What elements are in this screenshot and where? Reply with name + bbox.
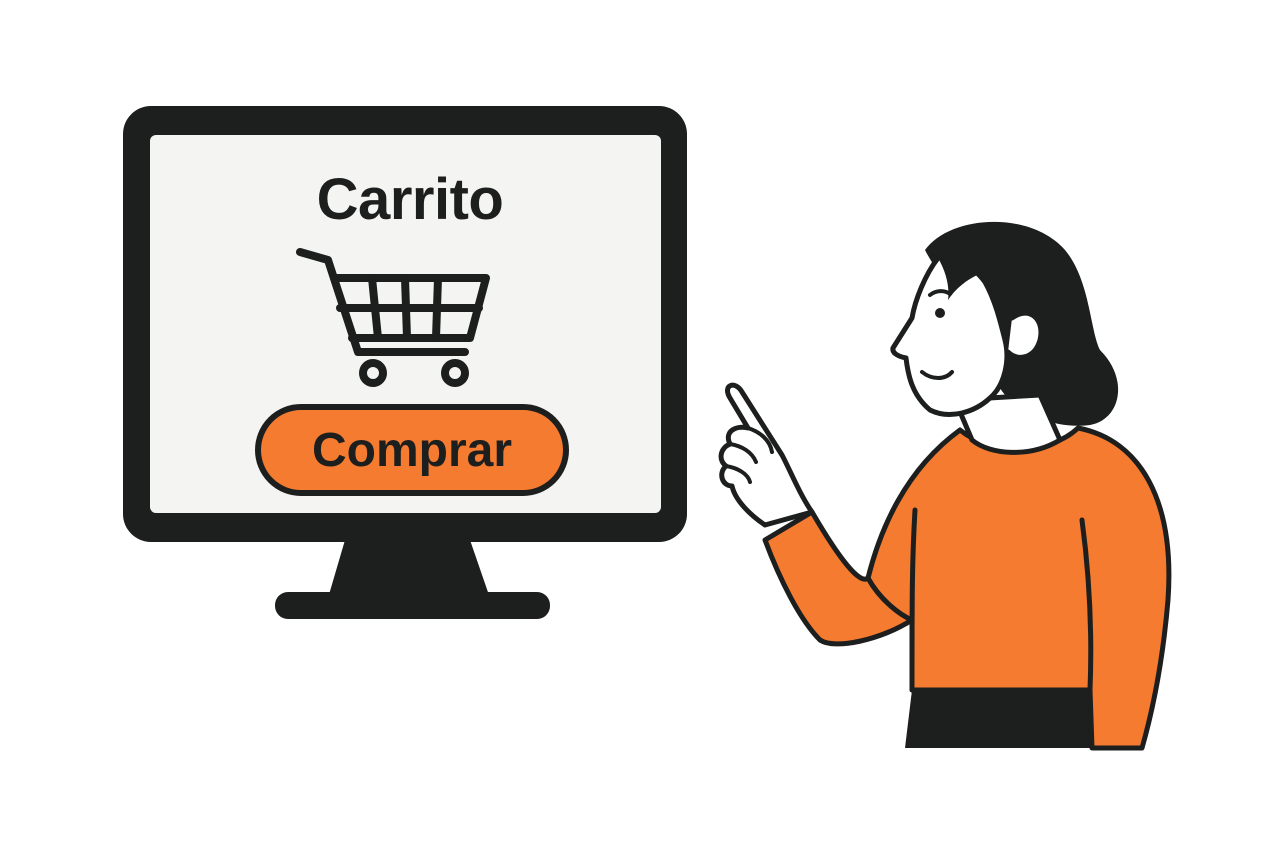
pointing-hand — [718, 382, 815, 528]
person-illustration — [718, 221, 1172, 751]
eye — [935, 308, 945, 318]
pants — [905, 690, 1100, 748]
illustration: Carrito Comprar — [0, 0, 1280, 853]
